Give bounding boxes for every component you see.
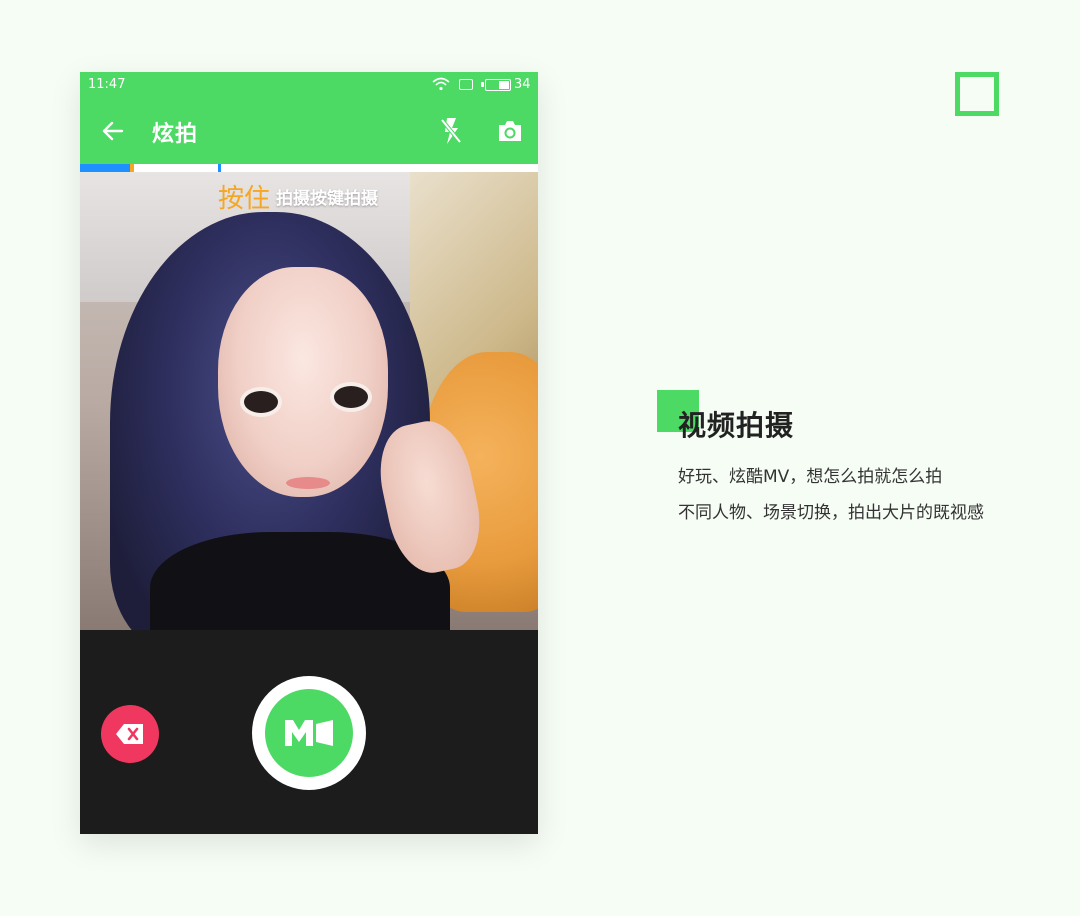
subject-eye [240, 387, 282, 417]
phone-frame: 11:47 34 炫拍 按住 拍摄按键拍摄 [80, 72, 538, 834]
hint-hold: 按住 [218, 184, 271, 214]
hint-text: 拍摄按键拍摄 [276, 189, 379, 209]
camera-controls [80, 630, 538, 834]
page-title: 炫拍 [152, 122, 199, 147]
feature-title: 视频拍摄 [678, 409, 795, 442]
backspace-icon [116, 724, 143, 744]
camera-viewfinder[interactable] [80, 172, 538, 630]
subject-eye [330, 382, 372, 412]
subject-face [218, 267, 388, 497]
wifi-icon [432, 77, 450, 95]
flash-off-icon[interactable] [438, 116, 464, 146]
feature-description-line: 不同人物、场景切换，拍出大片的既视感 [678, 503, 984, 523]
arrow-left-icon[interactable] [100, 118, 126, 144]
progress-segment [218, 164, 221, 172]
record-hint: 按住 拍摄按键拍摄 [218, 178, 378, 215]
progress-segment [80, 164, 130, 172]
sim-icon [459, 79, 473, 90]
record-button[interactable] [252, 676, 366, 790]
app-toolbar: 炫拍 [80, 98, 538, 164]
battery-level: 34 [514, 77, 531, 92]
battery-icon [481, 79, 511, 91]
camera-icon[interactable] [496, 118, 524, 144]
status-bar: 11:47 34 [80, 72, 538, 98]
delete-clip-button[interactable] [101, 705, 159, 763]
feature-description-line: 好玩、炫酷MV，想怎么拍就怎么拍 [678, 467, 943, 487]
status-time: 11:47 [88, 77, 126, 92]
mv-record-icon [285, 720, 333, 746]
recording-progress-bar [80, 164, 538, 172]
subject-lips [286, 477, 330, 489]
progress-marker [130, 164, 134, 172]
decorative-square [955, 72, 999, 116]
